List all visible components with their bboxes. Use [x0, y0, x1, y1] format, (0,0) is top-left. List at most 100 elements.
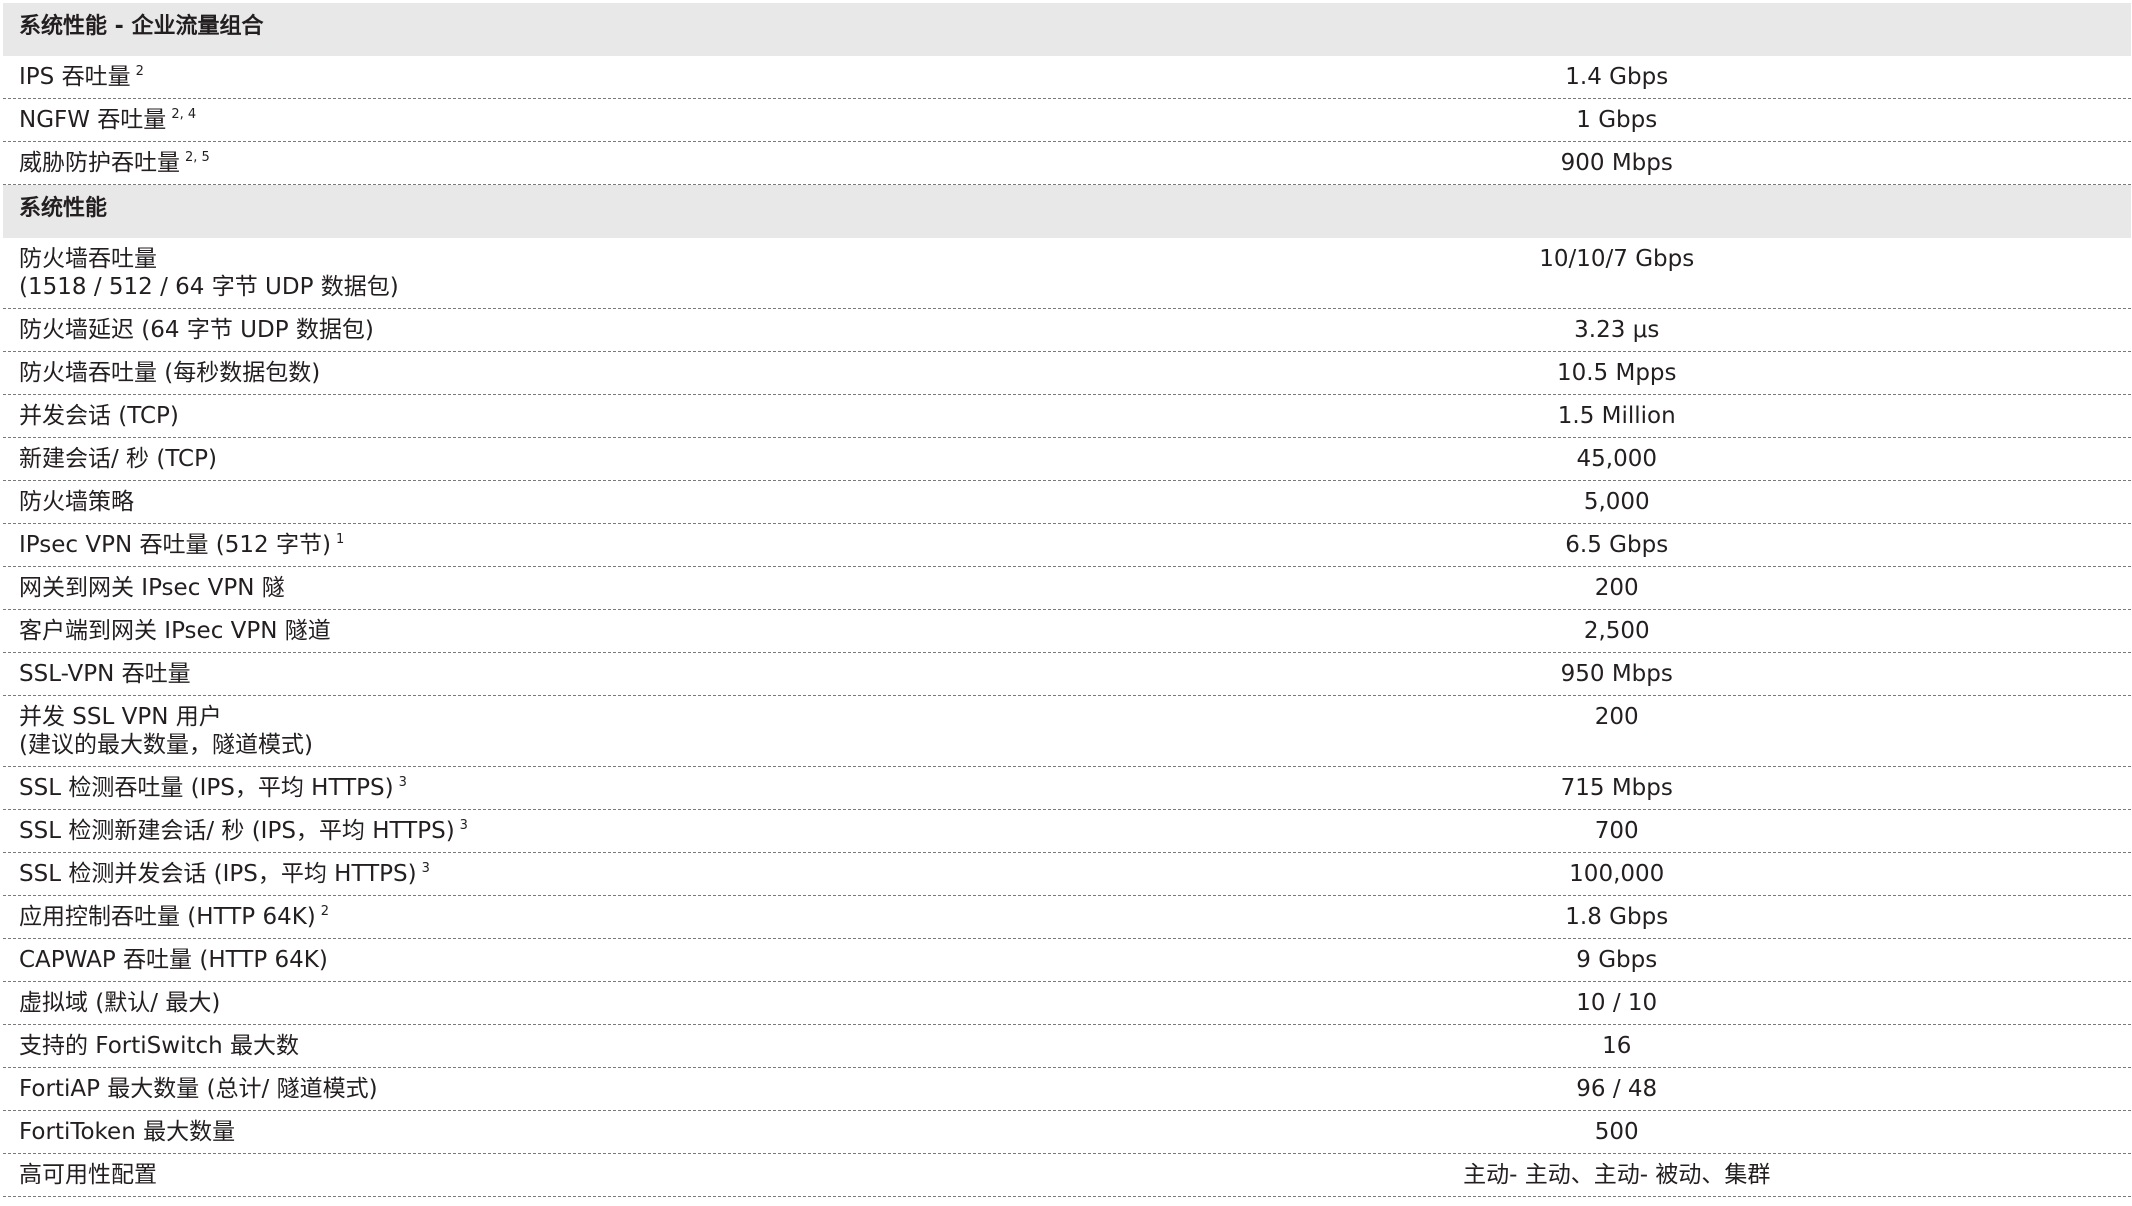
spec-label-line: FortiToken 最大数量 [19, 1118, 1102, 1146]
spec-label-text: 客户端到网关 IPsec VPN 隧道 [19, 618, 331, 644]
spec-label-text: FortiAP 最大数量 (总计/ 隧道模式) [19, 1076, 378, 1102]
spec-value: 1 Gbps [1576, 107, 1658, 133]
spec-label: 虚拟域 (默认/ 最大) [3, 982, 1102, 1017]
spec-row: 防火墙吞吐量 (每秒数据包数) 10.5 Mpps [3, 352, 2131, 395]
spec-label-line: 高可用性配置 [19, 1161, 1102, 1189]
spec-row: 防火墙策略 5,000 [3, 481, 2131, 524]
spec-label-text: 新建会话/ 秒 (TCP) [19, 446, 217, 472]
spec-row: 支持的 FortiSwitch 最大数 16 [3, 1025, 2131, 1068]
spec-row: CAPWAP 吞吐量 (HTTP 64K) 9 Gbps [3, 939, 2131, 982]
spec-label-text: 防火墙吞吐量 [19, 246, 157, 272]
spec-row: 并发 SSL VPN 用户 (建议的最大数量，隧道模式) 200 [3, 696, 2131, 767]
spec-row: 威胁防护吞吐量 2, 5 900 Mbps [3, 142, 2131, 185]
spec-label-line: SSL 检测吞吐量 (IPS，平均 HTTPS) 3 [19, 774, 1102, 802]
footnote-marker: 2 [135, 64, 144, 79]
spec-row: 并发会话 (TCP) 1.5 Million [3, 395, 2131, 438]
spec-value: 45,000 [1576, 446, 1657, 472]
spec-row: 客户端到网关 IPsec VPN 隧道 2,500 [3, 610, 2131, 653]
spec-label: CAPWAP 吞吐量 (HTTP 64K) [3, 939, 1102, 974]
spec-row: SSL 检测新建会话/ 秒 (IPS，平均 HTTPS) 3 700 [3, 810, 2131, 853]
spec-value: 5,000 [1583, 489, 1650, 515]
spec-label-text: 网关到网关 IPsec VPN 隧 [19, 575, 285, 601]
footnote-marker: 1 [335, 532, 345, 547]
spec-label-text: 防火墙策略 [19, 489, 134, 515]
spec-value: 6.5 Gbps [1565, 532, 1669, 558]
spec-label-line: (建议的最大数量，隧道模式) [19, 731, 1102, 759]
spec-value: 16 [1602, 1033, 1632, 1059]
spec-label-text: 威胁防护吞吐量 [19, 150, 180, 176]
spec-label-text: 支持的 FortiSwitch 最大数 [19, 1033, 300, 1059]
spec-table: 系统性能 - 企业流量组合 IPS 吞吐量 2 1.4 Gbps NGFW 吞吐量 2, … [3, 3, 2131, 1197]
spec-label: SSL 检测新建会话/ 秒 (IPS，平均 HTTPS) 3 [3, 810, 1102, 845]
spec-value: 100,000 [1569, 861, 1665, 887]
spec-value: 950 Mbps [1560, 661, 1673, 687]
spec-label-line: (1518 / 512 / 64 字节 UDP 数据包) [19, 273, 1102, 301]
spec-label-line: NGFW 吞吐量 2, 4 [19, 106, 1102, 134]
spec-label: 威胁防护吞吐量 2, 5 [3, 142, 1102, 177]
spec-label-text: 并发 SSL VPN 用户 [19, 704, 222, 730]
spec-label-text: 虚拟域 (默认/ 最大) [19, 990, 221, 1016]
spec-label: FortiToken 最大数量 [3, 1111, 1102, 1146]
spec-row: SSL-VPN 吞吐量 950 Mbps [3, 653, 2131, 696]
spec-row: SSL 检测并发会话 (IPS，平均 HTTPS) 3 100,000 [3, 853, 2131, 896]
spec-label: 防火墙策略 [3, 481, 1102, 516]
spec-label-text: SSL-VPN 吞吐量 [19, 661, 191, 687]
spec-value: 700 [1594, 818, 1639, 844]
spec-row: 新建会话/ 秒 (TCP) 45,000 [3, 438, 2131, 481]
section-header: 系统性能 - 企业流量组合 [3, 3, 2131, 56]
spec-label: 防火墙吞吐量 (1518 / 512 / 64 字节 UDP 数据包) [3, 238, 1102, 301]
spec-value: 10.5 Mpps [1556, 360, 1677, 386]
spec-sheet-page: 系统性能 - 企业流量组合 IPS 吞吐量 2 1.4 Gbps NGFW 吞吐量 2, … [0, 0, 2132, 1206]
spec-value: 200 [1594, 575, 1639, 601]
spec-label-text: SSL 检测新建会话/ 秒 (IPS，平均 HTTPS) [19, 818, 455, 844]
footnote-marker: 2, 4 [171, 107, 197, 122]
spec-label-text: SSL 检测吞吐量 (IPS，平均 HTTPS) [19, 775, 394, 801]
spec-label: 防火墙延迟 (64 字节 UDP 数据包) [3, 309, 1102, 344]
spec-label-text: SSL 检测并发会话 (IPS，平均 HTTPS) [19, 861, 417, 887]
section-header: 系统性能 [3, 185, 2131, 238]
spec-label: 支持的 FortiSwitch 最大数 [3, 1025, 1102, 1060]
spec-label-line: 防火墙延迟 (64 字节 UDP 数据包) [19, 316, 1102, 344]
spec-label-text: 高可用性配置 [19, 1162, 157, 1188]
spec-label-line: 网关到网关 IPsec VPN 隧 [19, 574, 1102, 602]
spec-value: 2,500 [1583, 618, 1650, 644]
spec-label-text: 防火墙吞吐量 (每秒数据包数) [19, 360, 321, 386]
spec-label-line: FortiAP 最大数量 (总计/ 隧道模式) [19, 1075, 1102, 1103]
spec-row: IPsec VPN 吞吐量 (512 字节) 1 6.5 Gbps [3, 524, 2131, 567]
spec-label-line: IPS 吞吐量 2 [19, 63, 1102, 91]
spec-row: SSL 检测吞吐量 (IPS，平均 HTTPS) 3 715 Mbps [3, 767, 2131, 810]
footnote-marker: 3 [459, 818, 468, 833]
spec-label: 防火墙吞吐量 (每秒数据包数) [3, 352, 1102, 387]
spec-label-line: SSL 检测新建会话/ 秒 (IPS，平均 HTTPS) 3 [19, 817, 1102, 845]
spec-label: 并发 SSL VPN 用户 (建议的最大数量，隧道模式) [3, 696, 1102, 759]
spec-row: 防火墙吞吐量 (1518 / 512 / 64 字节 UDP 数据包) 10/10/… [3, 238, 2131, 309]
spec-label-line: 防火墙策略 [19, 488, 1102, 516]
spec-value: 500 [1594, 1119, 1639, 1145]
spec-row: IPS 吞吐量 2 1.4 Gbps [3, 56, 2131, 99]
spec-label-text: (1518 / 512 / 64 字节 UDP 数据包) [19, 274, 399, 300]
spec-row: 防火墙延迟 (64 字节 UDP 数据包) 3.23 μs [3, 309, 2131, 352]
spec-label-text: CAPWAP 吞吐量 (HTTP 64K) [19, 947, 328, 973]
spec-value: 3.23 μs [1574, 317, 1660, 343]
spec-label-text: IPsec VPN 吞吐量 (512 字节) [19, 532, 331, 558]
spec-label-text: 应用控制吞吐量 (HTTP 64K) [19, 904, 316, 930]
spec-value: 1.4 Gbps [1565, 64, 1669, 90]
footnote-marker: 2, 5 [185, 150, 210, 165]
spec-row: 虚拟域 (默认/ 最大) 10 / 10 [3, 982, 2131, 1025]
spec-label-line: CAPWAP 吞吐量 (HTTP 64K) [19, 946, 1102, 974]
spec-row: 应用控制吞吐量 (HTTP 64K) 2 1.8 Gbps [3, 896, 2131, 939]
spec-value: 900 Mbps [1560, 150, 1673, 176]
spec-label: IPS 吞吐量 2 [3, 56, 1102, 91]
spec-value: 200 [1594, 704, 1639, 730]
spec-label: 应用控制吞吐量 (HTTP 64K) 2 [3, 896, 1102, 931]
spec-label-line: 防火墙吞吐量 [19, 245, 1102, 273]
spec-value: 715 Mbps [1560, 775, 1673, 801]
spec-label: IPsec VPN 吞吐量 (512 字节) 1 [3, 524, 1102, 559]
spec-value: 10 / 10 [1576, 990, 1658, 1016]
spec-value: 1.8 Gbps [1565, 904, 1669, 930]
spec-value: 96 / 48 [1576, 1076, 1658, 1102]
spec-label-line: SSL-VPN 吞吐量 [19, 660, 1102, 688]
footnote-marker: 2 [320, 904, 330, 919]
footnote-marker: 3 [421, 861, 430, 876]
spec-label: FortiAP 最大数量 (总计/ 隧道模式) [3, 1068, 1102, 1103]
